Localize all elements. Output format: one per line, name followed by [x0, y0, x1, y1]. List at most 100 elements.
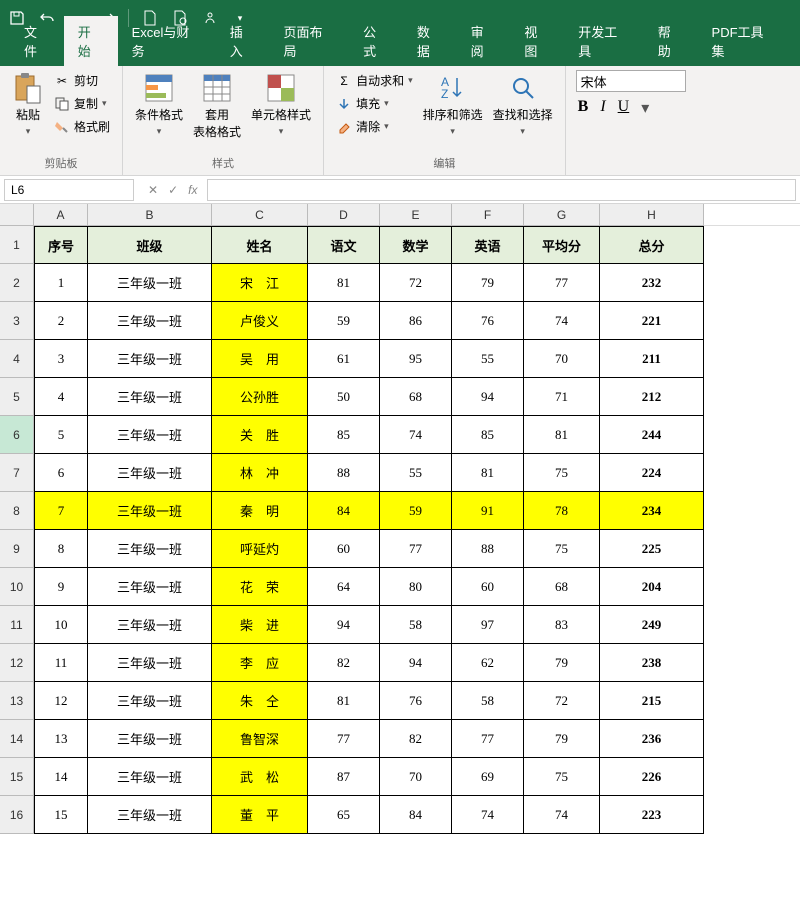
row-header-3[interactable]: 3	[0, 302, 34, 340]
worksheet[interactable]: ABCDEFGH 12345678910111213141516 序号班级姓名语…	[0, 204, 800, 899]
cell[interactable]: 87	[308, 758, 380, 796]
cell[interactable]: 8	[34, 530, 88, 568]
font-name-input[interactable]	[576, 70, 686, 92]
cell[interactable]: 74	[380, 416, 452, 454]
cancel-icon[interactable]: ✕	[148, 183, 158, 197]
cell[interactable]: 三年级一班	[88, 720, 212, 758]
cell[interactable]: 三年级一班	[88, 378, 212, 416]
cell[interactable]: 1	[34, 264, 88, 302]
cell[interactable]: 72	[380, 264, 452, 302]
italic-button[interactable]: I	[600, 98, 605, 118]
cell[interactable]: 朱 仝	[212, 682, 308, 720]
cell[interactable]: 武 松	[212, 758, 308, 796]
cell[interactable]: 249	[600, 606, 704, 644]
bold-button[interactable]: B	[578, 98, 589, 118]
cell[interactable]: 211	[600, 340, 704, 378]
cell[interactable]: 60	[452, 568, 524, 606]
col-header-D[interactable]: D	[308, 204, 380, 226]
row-header-6[interactable]: 6	[0, 416, 34, 454]
underline-button[interactable]: U	[618, 98, 630, 118]
cell[interactable]: 85	[308, 416, 380, 454]
cell[interactable]: 62	[452, 644, 524, 682]
cell[interactable]: 58	[380, 606, 452, 644]
cell[interactable]: 77	[452, 720, 524, 758]
copy-button[interactable]: 复制 ▾	[52, 93, 112, 114]
autosum-button[interactable]: Σ自动求和 ▾	[334, 70, 415, 91]
cell-style-button[interactable]: 单元格样式▾	[249, 70, 313, 139]
header-cell[interactable]: 姓名	[212, 226, 308, 264]
table-format-button[interactable]: 套用 表格格式	[191, 70, 243, 142]
header-cell[interactable]: 语文	[308, 226, 380, 264]
conditional-format-button[interactable]: 条件格式▾	[133, 70, 185, 139]
cell[interactable]: 232	[600, 264, 704, 302]
cell[interactable]: 91	[452, 492, 524, 530]
cell[interactable]: 76	[380, 682, 452, 720]
row-header-13[interactable]: 13	[0, 682, 34, 720]
tab-Excel与财务[interactable]: Excel与财务	[118, 16, 216, 66]
row-header-8[interactable]: 8	[0, 492, 34, 530]
cell[interactable]: 94	[452, 378, 524, 416]
cell[interactable]: 61	[308, 340, 380, 378]
tab-开始[interactable]: 开始	[64, 16, 118, 66]
cell[interactable]: 225	[600, 530, 704, 568]
cell[interactable]: 13	[34, 720, 88, 758]
tab-帮助[interactable]: 帮助	[644, 16, 698, 66]
cell[interactable]: 88	[452, 530, 524, 568]
cell[interactable]: 74	[524, 796, 600, 834]
tab-页面布局[interactable]: 页面布局	[270, 16, 350, 66]
cell[interactable]: 三年级一班	[88, 568, 212, 606]
select-all-corner[interactable]	[0, 204, 34, 226]
cell[interactable]: 88	[308, 454, 380, 492]
cell[interactable]: 244	[600, 416, 704, 454]
enter-icon[interactable]: ✓	[168, 183, 178, 197]
cell[interactable]: 224	[600, 454, 704, 492]
header-cell[interactable]: 平均分	[524, 226, 600, 264]
cell[interactable]: 董 平	[212, 796, 308, 834]
cell[interactable]: 65	[308, 796, 380, 834]
cell[interactable]: 78	[524, 492, 600, 530]
cell[interactable]: 10	[34, 606, 88, 644]
header-cell[interactable]: 英语	[452, 226, 524, 264]
cell[interactable]: 212	[600, 378, 704, 416]
cell[interactable]: 85	[452, 416, 524, 454]
cell[interactable]: 75	[524, 530, 600, 568]
formula-bar[interactable]	[207, 179, 796, 201]
tab-审阅[interactable]: 审阅	[457, 16, 511, 66]
cell[interactable]: 58	[452, 682, 524, 720]
cell[interactable]: 81	[452, 454, 524, 492]
cell[interactable]: 95	[380, 340, 452, 378]
cell[interactable]: 79	[524, 644, 600, 682]
tab-文件[interactable]: 文件	[10, 16, 64, 66]
row-header-1[interactable]: 1	[0, 226, 34, 264]
cell[interactable]: 三年级一班	[88, 416, 212, 454]
cell[interactable]: 80	[380, 568, 452, 606]
cell[interactable]: 69	[452, 758, 524, 796]
cell[interactable]: 221	[600, 302, 704, 340]
cell[interactable]: 81	[524, 416, 600, 454]
cell[interactable]: 81	[308, 264, 380, 302]
cell[interactable]: 64	[308, 568, 380, 606]
cell[interactable]: 秦 明	[212, 492, 308, 530]
cell[interactable]: 234	[600, 492, 704, 530]
cell[interactable]: 三年级一班	[88, 264, 212, 302]
cell[interactable]: 226	[600, 758, 704, 796]
cell[interactable]: 215	[600, 682, 704, 720]
col-header-B[interactable]: B	[88, 204, 212, 226]
cell[interactable]: 三年级一班	[88, 454, 212, 492]
cell[interactable]: 花 荣	[212, 568, 308, 606]
header-cell[interactable]: 班级	[88, 226, 212, 264]
cell[interactable]: 59	[380, 492, 452, 530]
cell[interactable]: 12	[34, 682, 88, 720]
col-header-A[interactable]: A	[34, 204, 88, 226]
cell[interactable]: 74	[524, 302, 600, 340]
cell[interactable]: 77	[380, 530, 452, 568]
row-header-14[interactable]: 14	[0, 720, 34, 758]
clear-button[interactable]: 清除 ▾	[334, 116, 415, 137]
cell[interactable]: 83	[524, 606, 600, 644]
header-cell[interactable]: 序号	[34, 226, 88, 264]
cell[interactable]: 吴 用	[212, 340, 308, 378]
cell[interactable]: 林 冲	[212, 454, 308, 492]
cell[interactable]: 宋 江	[212, 264, 308, 302]
cell[interactable]: 79	[524, 720, 600, 758]
cell[interactable]: 6	[34, 454, 88, 492]
